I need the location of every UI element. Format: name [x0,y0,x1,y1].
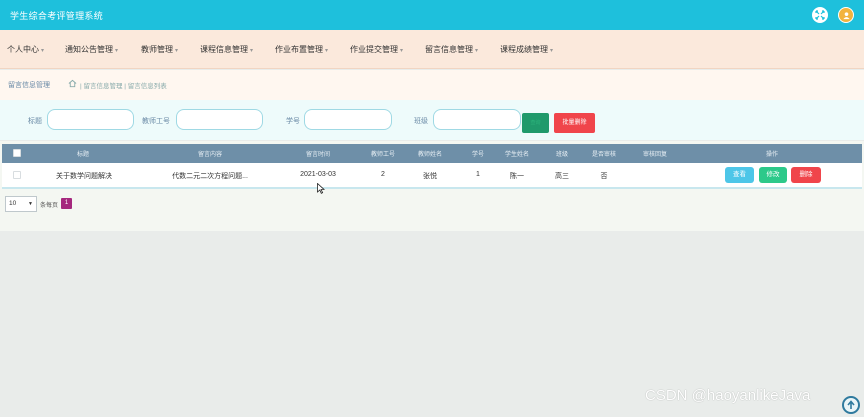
class-label: 班级 [414,118,428,125]
cell-student-no: 1 [476,171,480,178]
app-title: 学生综合考评管理系统 [10,11,104,21]
cell-reviewed: 否 [600,173,608,180]
cell-content: 代数二元二次方程问题... [172,173,248,180]
chevron-down-icon: ▼ [28,201,33,207]
cell-teacher-no: 2 [381,171,385,178]
table-row: 关于数学问题解决 代数二元二次方程问题... 2021-03-03 2 张悦 1… [2,163,862,189]
chevron-down-icon: ▾ [325,48,329,54]
chevron-down-icon: ▾ [41,48,45,54]
title-label: 标题 [28,118,42,125]
nav-item-teacher[interactable]: 教师管理 ▾ [141,44,178,55]
watermark: CSDN @haoyanlikeJava [645,387,811,404]
nav-item-homework-submit[interactable]: 作业提交管理 ▾ [350,44,403,55]
page-size-label: 条每页 [40,203,59,209]
breadcrumb-current: 留言信息管理 [8,82,50,89]
edit-button[interactable]: 修改 [759,167,787,183]
student-no-input[interactable] [304,109,392,130]
select-all-checkbox[interactable] [13,149,21,157]
nav-item-message[interactable]: 留言信息管理 ▾ [425,44,478,55]
col-content[interactable]: 留言内容 [198,149,222,158]
breadcrumb: 留言信息管理 | 留言信息管理 | 留言信息列表 [0,70,864,100]
nav-item-homework-assign[interactable]: 作业布置管理 ▾ [275,44,328,55]
chevron-down-icon: ▾ [115,48,119,54]
delete-button[interactable]: 删除 [791,167,821,183]
chevron-down-icon: ▾ [400,48,404,54]
row-checkbox[interactable] [13,171,21,179]
cell-time: 2021-03-03 [300,171,336,178]
title-input[interactable] [47,109,134,130]
search-button[interactable]: 查询 [522,113,549,133]
cell-student-name: 陈一 [510,173,524,180]
teacher-no-label: 教师工号 [142,118,170,125]
col-reply[interactable]: 审核回复 [643,149,667,158]
top-bar: 学生综合考评管理系统 [0,0,864,30]
nav-item-notice[interactable]: 通知公告管理 ▾ [65,44,118,55]
main-nav: 个人中心 ▾ 通知公告管理 ▾ 教师管理 ▾ 课程信息管理 ▾ 作业布置管理 ▾ 作业提交… [0,30,864,69]
chevron-down-icon: ▾ [550,48,554,54]
fullscreen-icon[interactable] [812,7,828,23]
cell-title: 关于数学问题解决 [56,173,112,180]
cell-class: 高三 [555,173,569,180]
col-time[interactable]: 留言时间 [306,149,330,158]
view-button[interactable]: 查看 [725,167,754,183]
class-input[interactable] [433,109,521,130]
page-size-select[interactable]: 10 ▼ [5,196,37,212]
col-student-name[interactable]: 学生姓名 [505,149,529,158]
breadcrumb-trail: | 留言信息管理 | 留言信息列表 [80,83,167,90]
search-panel: 标题 教师工号 学号 班级 [0,100,864,140]
chevron-down-icon: ▾ [175,48,179,54]
chevron-down-icon: ▾ [475,48,479,54]
cell-teacher-name: 张悦 [423,173,437,180]
nav-item-personal-center[interactable]: 个人中心 ▾ [7,44,44,55]
batch-delete-button[interactable]: 批量删除 [554,113,595,133]
nav-item-course-score[interactable]: 课程成绩管理 ▾ [500,44,553,55]
nav-item-course-info[interactable]: 课程信息管理 ▾ [200,44,253,55]
col-title[interactable]: 标题 [77,149,89,158]
col-actions: 操作 [765,152,779,158]
teacher-no-input[interactable] [176,109,263,130]
page-button-current[interactable]: 1 [61,198,72,209]
back-to-top-icon[interactable] [842,396,860,414]
table-header: 标题 留言内容 留言时间 教师工号 教师姓名 学号 学生姓名 班级 是否审核 审… [2,144,862,163]
student-no-label: 学号 [286,118,300,125]
user-avatar-icon[interactable] [838,7,854,23]
data-table: 标题 留言内容 留言时间 教师工号 教师姓名 学号 学生姓名 班级 是否审核 审… [0,141,864,231]
col-teacher-name[interactable]: 教师姓名 [418,149,442,158]
col-reviewed[interactable]: 是否审核 [592,149,616,158]
home-icon[interactable] [68,79,77,88]
mouse-cursor-icon [317,182,325,194]
col-student-no[interactable]: 学号 [472,149,484,158]
col-teacher-no[interactable]: 教师工号 [371,149,395,158]
col-class[interactable]: 班级 [556,149,568,158]
chevron-down-icon: ▾ [250,48,254,54]
